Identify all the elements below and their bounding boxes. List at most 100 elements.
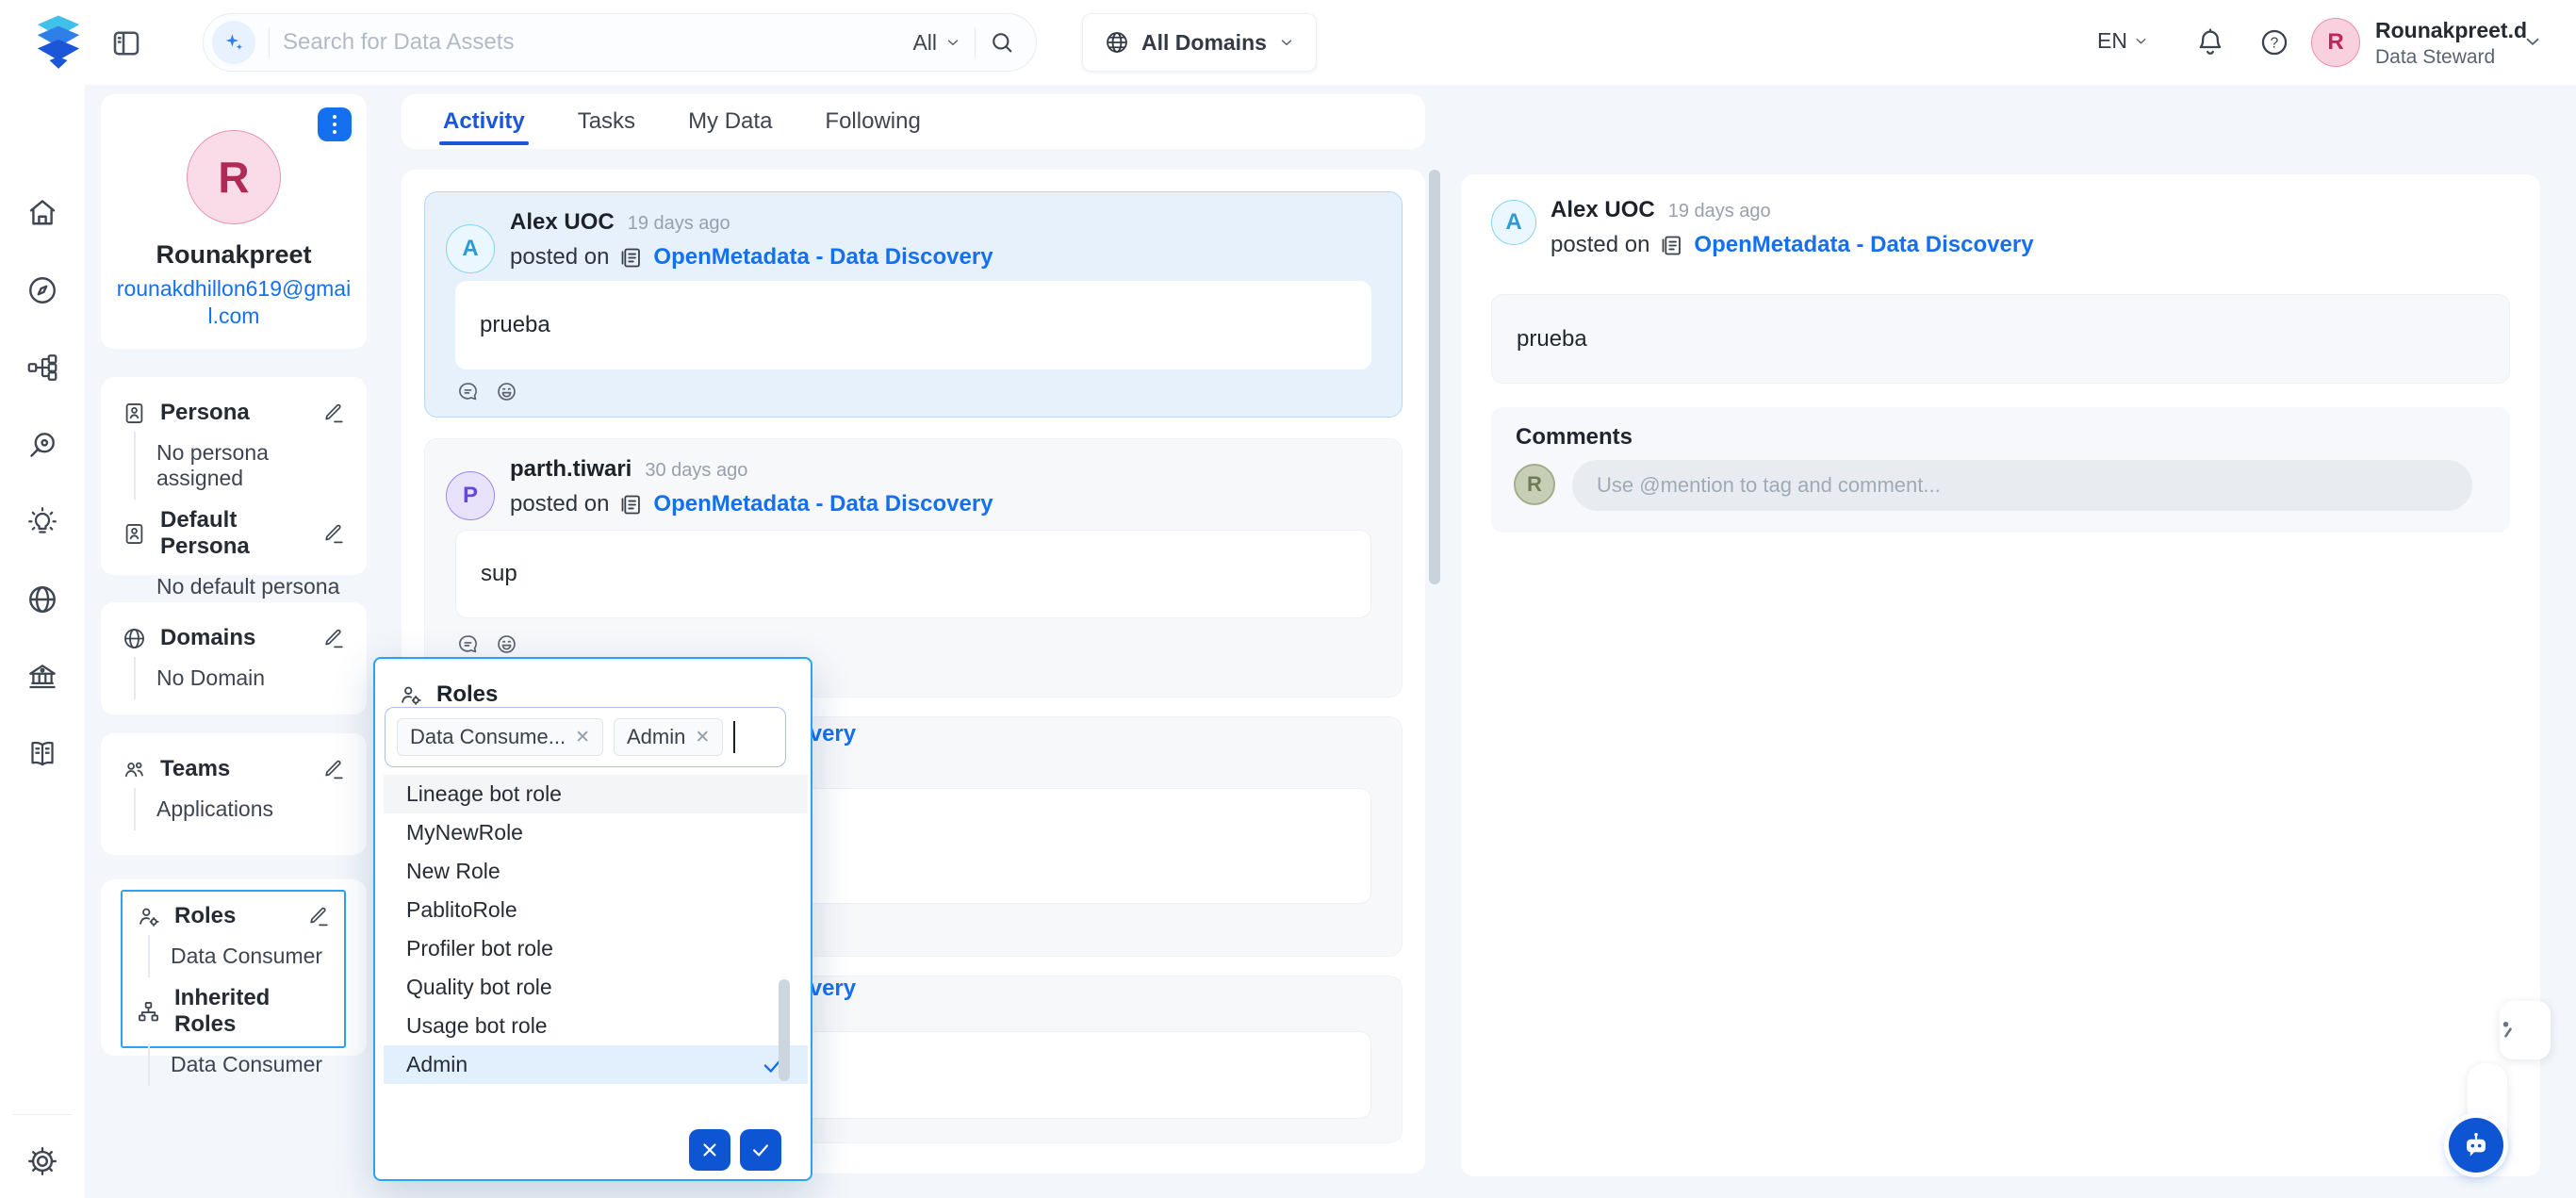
openmetadata-logo-icon [23,7,94,78]
search-scope-dropdown[interactable]: All [912,30,961,56]
comment-input[interactable]: Use @mention to tag and comment... [1572,460,2472,511]
global-search-bar[interactable]: Search for Data Assets All [203,13,1037,72]
glossary-book-icon[interactable] [25,737,59,771]
lineage-flow-icon[interactable] [25,351,59,385]
announcement-doc-icon [618,245,644,271]
partial-glyph-icon [2500,1016,2522,1044]
post-author[interactable]: Alex UOC [510,209,615,236]
post-message: sup [455,530,1371,618]
user-menu-chevron-icon[interactable] [2522,31,2543,52]
observability-icon[interactable] [25,428,59,462]
comments-title: Comments [1516,424,1633,451]
selected-role-chip: Admin ✕ [614,718,723,756]
popover-title: Roles [436,681,498,708]
post-avatar: A [446,224,495,273]
edit-roles-icon[interactable] [307,905,331,928]
selected-role-chip: Data Consume... ✕ [397,718,603,756]
search-input[interactable]: Search for Data Assets [283,29,912,56]
chevron-down-icon [2133,33,2149,49]
role-option[interactable]: Quality bot role [384,968,808,1007]
profile-menu-button[interactable] [318,107,352,141]
tab-activity[interactable]: Activity [443,94,525,149]
post-entity-link[interactable]: OpenMetadata - Data Discovery [653,244,993,271]
edit-domains-icon[interactable] [322,627,346,650]
chatbot-button[interactable] [2449,1118,2503,1173]
hierarchy-icon [136,999,161,1025]
roles-multiselect-input[interactable]: Data Consume... ✕ Admin ✕ [385,707,786,767]
role-option[interactable]: MyNewRole [384,813,808,852]
post-action: posted on [510,244,609,271]
feed-post[interactable]: A Alex UOC 19 days ago posted on OpenMet… [424,191,1403,418]
edit-persona-icon[interactable] [322,402,346,425]
tab-tasks[interactable]: Tasks [578,94,635,149]
edit-teams-icon[interactable] [322,758,346,781]
role-option[interactable]: Lineage bot role [384,775,808,813]
teams-section: Teams Applications [101,733,367,855]
post-entity-link[interactable]: OpenMetadata - Data Discovery [653,491,993,517]
home-icon[interactable] [25,196,59,230]
role-option[interactable]: Profiler bot role [384,929,808,968]
persona-icon [122,401,147,426]
sidebar-toggle-icon[interactable] [109,26,143,60]
role-option-label: Admin [406,1052,468,1077]
chevron-down-icon [1278,34,1295,51]
reply-thread-icon[interactable] [455,379,481,404]
default-persona-header: Default Persona [122,507,346,560]
collapse-panel-tab[interactable] [2500,1001,2551,1059]
tab-following[interactable]: Following [825,94,920,149]
options-scrollbar[interactable] [779,979,790,1081]
teams-header: Teams [122,756,346,782]
domains-title: Domains [160,625,309,651]
detail-avatar: A [1491,200,1536,245]
profile-email-link[interactable]: rounakdhillon619@gmail.com [115,275,353,330]
remove-chip-icon[interactable]: ✕ [695,729,710,747]
roles-highlight-box: Roles Data Consumer Inherited Roles Data… [121,890,346,1048]
user-role: Data Steward [2375,46,2527,69]
explore-compass-icon[interactable] [25,273,59,307]
domains-header: Domains [122,625,346,651]
robot-icon [2460,1129,2492,1161]
all-domains-dropdown[interactable]: All Domains [1082,13,1317,72]
detail-author[interactable]: Alex UOC [1551,197,1655,223]
domains-globe-icon[interactable] [25,583,59,616]
help-icon[interactable]: ? [2258,26,2290,58]
post-time: 19 days ago [628,213,730,235]
default-persona-title: Default Persona [160,507,309,560]
settings-gear-icon[interactable] [25,1144,59,1178]
domains-globe-icon [122,626,147,651]
notifications-bell-icon[interactable] [2194,26,2226,58]
search-icon[interactable] [989,29,1015,56]
role-option[interactable]: PablitoRole [384,891,808,929]
emoji-reaction-icon[interactable] [494,632,519,657]
insights-bulb-icon[interactable] [25,505,59,539]
detail-time: 19 days ago [1668,201,1771,222]
language-dropdown[interactable]: EN [2097,28,2149,54]
detail-entity-link[interactable]: OpenMetadata - Data Discovery [1694,232,2033,258]
confirm-button[interactable] [740,1129,781,1171]
user-avatar[interactable]: R [2311,18,2360,67]
reply-thread-icon[interactable] [455,632,481,657]
globe-icon [1104,29,1130,56]
remove-chip-icon[interactable]: ✕ [575,729,590,747]
emoji-reaction-icon[interactable] [494,379,519,404]
cancel-button[interactable] [689,1129,730,1171]
post-author[interactable]: parth.tiwari [510,456,632,483]
role-option[interactable]: New Role [384,852,808,891]
role-option-selected[interactable]: Admin [384,1045,808,1084]
teams-title: Teams [160,756,309,782]
rail-divider [13,1114,72,1115]
inherited-roles-value: Data Consumer [148,1043,331,1086]
ai-search-button[interactable] [212,21,255,64]
role-option[interactable]: Usage bot role [384,1007,808,1045]
roles-value: Data Consumer [148,935,331,977]
govern-bank-icon[interactable] [25,660,59,694]
domains-value: No Domain [134,657,346,699]
default-persona-icon [122,521,147,547]
text-cursor [733,721,735,753]
sparkle-icon [222,30,246,55]
edit-default-persona-icon[interactable] [322,522,346,546]
profile-name: Rounakpreet [101,240,367,270]
user-name: Rounakpreet.d [2375,18,2527,43]
feed-scrollbar[interactable] [1429,170,1440,584]
tab-my-data[interactable]: My Data [688,94,772,149]
